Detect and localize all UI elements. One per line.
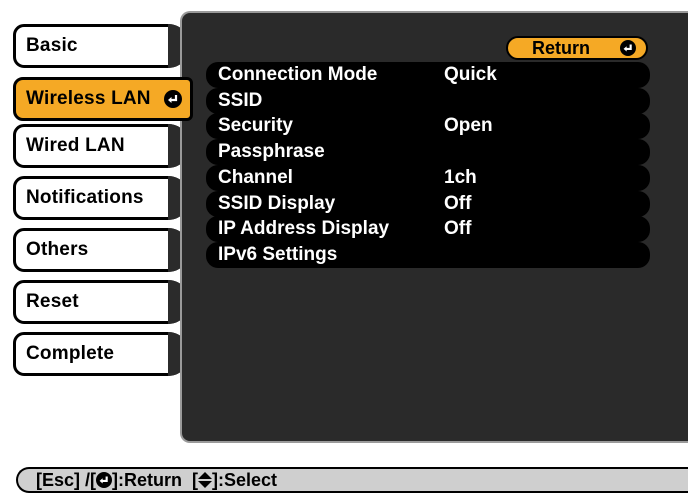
setting-channel[interactable]: Channel 1ch — [206, 164, 650, 191]
setting-ssid[interactable]: SSID — [206, 87, 650, 114]
setting-security[interactable]: Security Open — [206, 113, 650, 140]
help-text: [Esc] /[ ]:Return [ ]:Select — [36, 470, 277, 491]
setting-value: Off — [444, 218, 472, 240]
setting-passphrase[interactable]: Passphrase — [206, 139, 650, 166]
tab-label: Wireless LAN — [26, 88, 151, 109]
setting-name: IP Address Display — [218, 218, 390, 240]
tab-label: Others — [26, 239, 89, 260]
setting-name: IPv6 Settings — [218, 243, 338, 265]
setting-name: Passphrase — [218, 141, 325, 163]
tab-label: Notifications — [26, 187, 144, 208]
tab-reset[interactable]: Reset — [13, 280, 190, 324]
help-return: ]:Return [ — [112, 469, 198, 490]
setting-value: Off — [444, 192, 472, 214]
enter-icon — [96, 471, 113, 488]
setting-value: Open — [444, 115, 493, 137]
setting-value: Quick — [444, 64, 497, 85]
setting-name: SSID Display — [218, 192, 336, 214]
help-esc: [Esc] /[ — [36, 469, 97, 490]
return-label: Return — [532, 37, 590, 58]
setting-value: 1ch — [444, 166, 477, 188]
help-select: ]:Select — [212, 469, 278, 490]
tab-others[interactable]: Others — [13, 228, 190, 272]
setting-name: SSID — [218, 89, 263, 111]
settings-list: Connection Mode Quick SSID Security Open… — [206, 62, 650, 268]
enter-icon — [164, 90, 182, 108]
tab-notifications[interactable]: Notifications — [13, 176, 190, 220]
setting-ip-address-display[interactable]: IP Address Display Off — [206, 216, 650, 243]
tab-label: Wired LAN — [26, 135, 125, 156]
tab-label: Complete — [26, 343, 115, 364]
tab-basic[interactable]: Basic — [13, 24, 190, 68]
tab-label: Basic — [26, 35, 78, 56]
setting-connection-mode[interactable]: Connection Mode Quick — [206, 62, 650, 88]
setting-name: Channel — [218, 166, 293, 188]
setting-ipv6-settings[interactable]: IPv6 Settings — [206, 241, 650, 268]
tab-wireless-lan[interactable]: Wireless LAN — [13, 77, 193, 121]
return-button[interactable]: Return — [506, 36, 648, 60]
tab-wired-lan[interactable]: Wired LAN — [13, 124, 190, 168]
up-down-arrow-icon — [198, 471, 212, 488]
setting-name: Connection Mode — [218, 64, 378, 85]
tab-label: Reset — [26, 291, 79, 312]
tab-complete[interactable]: Complete — [13, 332, 190, 376]
enter-icon — [620, 40, 636, 56]
setting-ssid-display[interactable]: SSID Display Off — [206, 190, 650, 217]
help-bar: [Esc] /[ ]:Return [ ]:Select — [16, 467, 688, 493]
setting-name: Security — [218, 115, 293, 137]
